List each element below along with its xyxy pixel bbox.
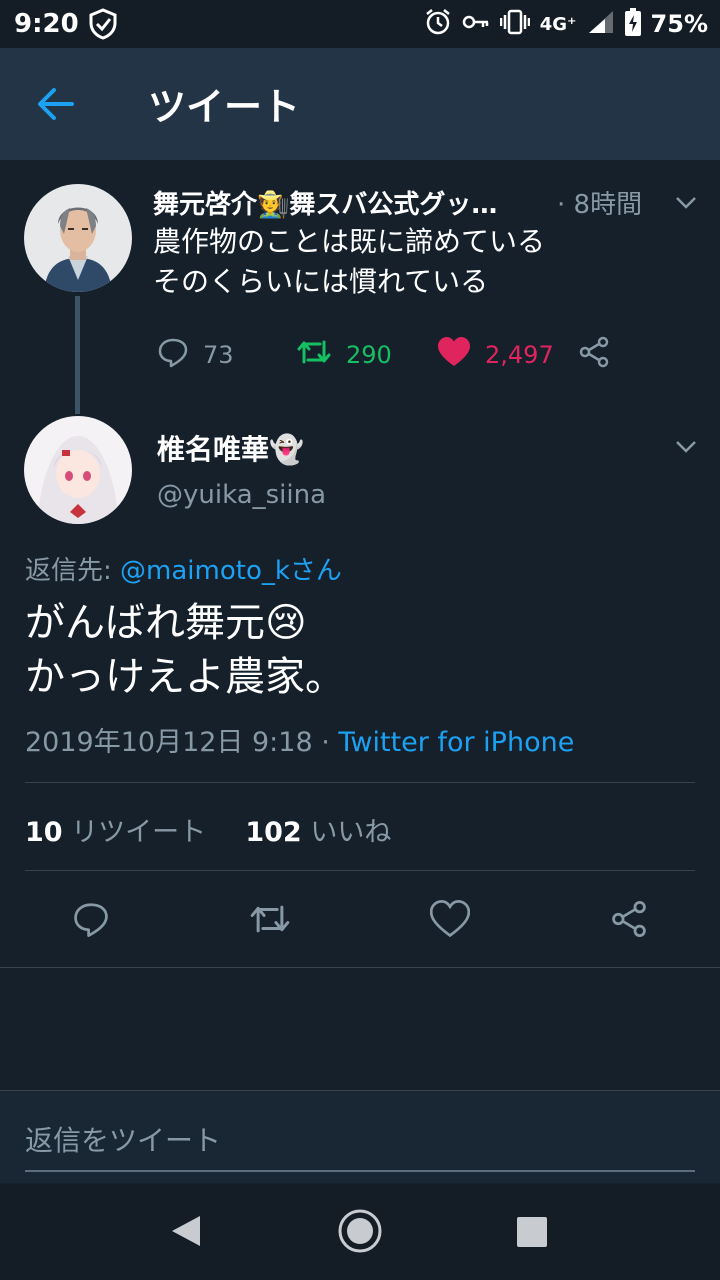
system-nav-bar <box>0 1184 720 1280</box>
thread-line <box>75 296 80 414</box>
signal-icon <box>587 9 615 39</box>
retweets-stat[interactable]: 10 リツイート <box>25 817 206 848</box>
reply-to-line: 返信先: @maimoto_kさん <box>25 550 342 587</box>
reply-to-label: 返信先: <box>25 556 121 586</box>
network-type: 4G⁺ <box>539 13 577 35</box>
key-icon <box>462 12 490 36</box>
shield-check-icon <box>88 8 118 44</box>
like-label: いいね <box>301 817 392 848</box>
main-tweet-text: がんばれ舞元😢 かっけえよ農家。 <box>25 600 345 700</box>
battery-percent: 75% <box>650 10 708 38</box>
retweet-icon <box>296 336 332 374</box>
nav-recents-icon[interactable] <box>516 1216 548 1252</box>
parent-tweet-text: 農作物のことは既に諦めている そのくらいには慣れている <box>153 225 546 298</box>
like-action[interactable]: 2,497 <box>437 336 554 374</box>
tweet-meta: 2019年10月12日 9:18 · Twitter for iPhone <box>25 720 574 759</box>
nav-back-icon[interactable] <box>170 1214 202 1252</box>
reply-icon <box>157 336 189 374</box>
app-header: ツイート <box>0 48 720 160</box>
tweet-stats: 10 リツイート 102 いいね <box>25 810 391 849</box>
alarm-icon <box>424 8 452 40</box>
like-total: 102 <box>245 817 302 848</box>
divider <box>0 967 720 968</box>
avatar[interactable] <box>24 184 132 292</box>
chevron-down-icon[interactable] <box>674 434 698 458</box>
reply-to-link[interactable]: @maimoto_kさん <box>120 556 342 586</box>
reply-icon[interactable] <box>72 900 110 942</box>
heart-icon <box>437 336 471 374</box>
parent-tweet-time: · 8時間 <box>557 190 643 220</box>
status-time: 9:20 <box>14 9 79 39</box>
retweet-count: 290 <box>346 341 392 369</box>
divider <box>25 782 695 783</box>
share-icon[interactable] <box>578 336 610 372</box>
main-author-name[interactable]: 椎名唯華👻 <box>157 428 304 468</box>
status-bar: 9:20 4G⁺ 75% <box>0 0 720 48</box>
retweet-label: リツイート <box>62 817 207 848</box>
back-arrow-icon[interactable] <box>36 86 74 126</box>
likes-stat[interactable]: 102 いいね <box>245 817 391 848</box>
page-title: ツイート <box>148 85 301 129</box>
divider <box>25 870 695 871</box>
tweet-source-link[interactable]: Twitter for iPhone <box>338 727 574 758</box>
reply-input[interactable] <box>25 1110 695 1172</box>
nav-home-icon[interactable] <box>337 1208 383 1258</box>
chevron-down-icon[interactable] <box>674 190 698 214</box>
reply-action[interactable]: 73 <box>157 336 234 374</box>
like-count: 2,497 <box>485 341 554 369</box>
reply-count: 73 <box>203 341 234 369</box>
status-icons: 4G⁺ 75% <box>424 8 708 40</box>
retweet-icon[interactable] <box>248 900 292 942</box>
heart-icon[interactable] <box>429 899 471 942</box>
avatar[interactable] <box>24 416 132 524</box>
share-icon[interactable] <box>610 900 648 942</box>
battery-charging-icon <box>624 8 641 40</box>
retweet-total: 10 <box>25 817 63 848</box>
vibrate-icon <box>499 9 530 39</box>
main-author-handle[interactable]: @yuika_siina <box>157 480 326 510</box>
tweet-date: 2019年10月12日 9:18 · <box>25 727 339 758</box>
retweet-action[interactable]: 290 <box>296 336 392 374</box>
parent-author-name[interactable]: 舞元啓介🧑‍🌾舞スバ公式グッ… <box>153 184 497 221</box>
